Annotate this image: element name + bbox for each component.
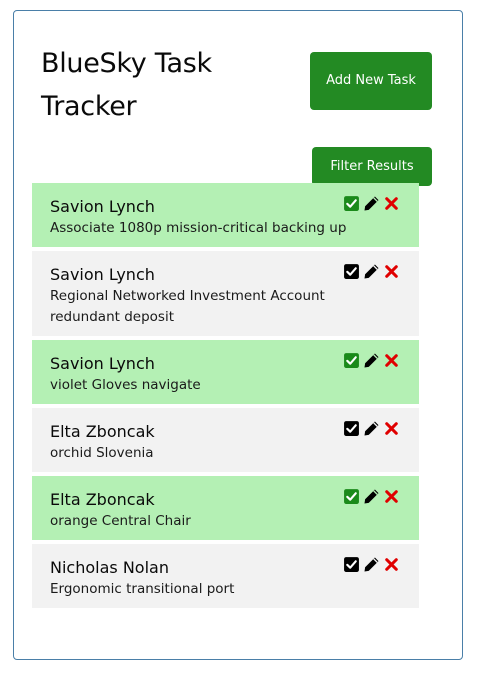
x-icon[interactable] — [383, 352, 400, 369]
task-name: Savion Lynch — [50, 354, 155, 373]
pencil-icon[interactable] — [363, 420, 380, 437]
task-row: Savion Lynch Regional Networked Investme… — [32, 251, 419, 336]
check-square-icon[interactable] — [343, 263, 360, 280]
x-icon[interactable] — [383, 195, 400, 212]
pencil-icon[interactable] — [363, 488, 380, 505]
task-actions — [343, 420, 400, 437]
page-title: BlueSky Task Tracker — [41, 48, 212, 122]
x-icon[interactable] — [383, 420, 400, 437]
task-actions — [343, 488, 400, 505]
task-list: Savion Lynch Associate 1080p mission-cri… — [32, 183, 419, 612]
pencil-icon[interactable] — [363, 263, 380, 280]
task-description: violet Gloves navigate — [50, 377, 201, 393]
pencil-icon[interactable] — [363, 195, 380, 212]
task-description: Associate 1080p mission-critical backing… — [50, 220, 347, 236]
task-name: Nicholas Nolan — [50, 558, 169, 577]
x-icon[interactable] — [383, 556, 400, 573]
task-row: Savion Lynch violet Gloves navigate — [32, 340, 419, 404]
task-name: Elta Zboncak — [50, 490, 155, 509]
check-square-icon[interactable] — [343, 488, 360, 505]
check-square-icon[interactable] — [343, 352, 360, 369]
task-name: Savion Lynch — [50, 197, 155, 216]
task-row: Elta Zboncak orchid Slovenia — [32, 408, 419, 472]
task-description: Regional Networked Investment Account re… — [50, 288, 325, 325]
task-actions — [343, 195, 400, 212]
task-description: orange Central Chair — [50, 513, 191, 529]
task-description: orchid Slovenia — [50, 445, 154, 461]
task-actions — [343, 556, 400, 573]
task-actions — [343, 263, 400, 280]
pencil-icon[interactable] — [363, 352, 380, 369]
task-description: Ergonomic transitional port — [50, 581, 235, 597]
add-new-task-button[interactable]: Add New Task — [310, 52, 432, 110]
x-icon[interactable] — [383, 263, 400, 280]
task-name: Savion Lynch — [50, 265, 155, 284]
task-name: Elta Zboncak — [50, 422, 155, 441]
task-actions — [343, 352, 400, 369]
task-row: Elta Zboncak orange Central Chair — [32, 476, 419, 540]
x-icon[interactable] — [383, 488, 400, 505]
pencil-icon[interactable] — [363, 556, 380, 573]
task-row: Nicholas Nolan Ergonomic transitional po… — [32, 544, 419, 608]
check-square-icon[interactable] — [343, 195, 360, 212]
check-square-icon[interactable] — [343, 556, 360, 573]
filter-results-button[interactable]: Filter Results — [312, 147, 432, 186]
check-square-icon[interactable] — [343, 420, 360, 437]
task-row: Savion Lynch Associate 1080p mission-cri… — [32, 183, 419, 247]
